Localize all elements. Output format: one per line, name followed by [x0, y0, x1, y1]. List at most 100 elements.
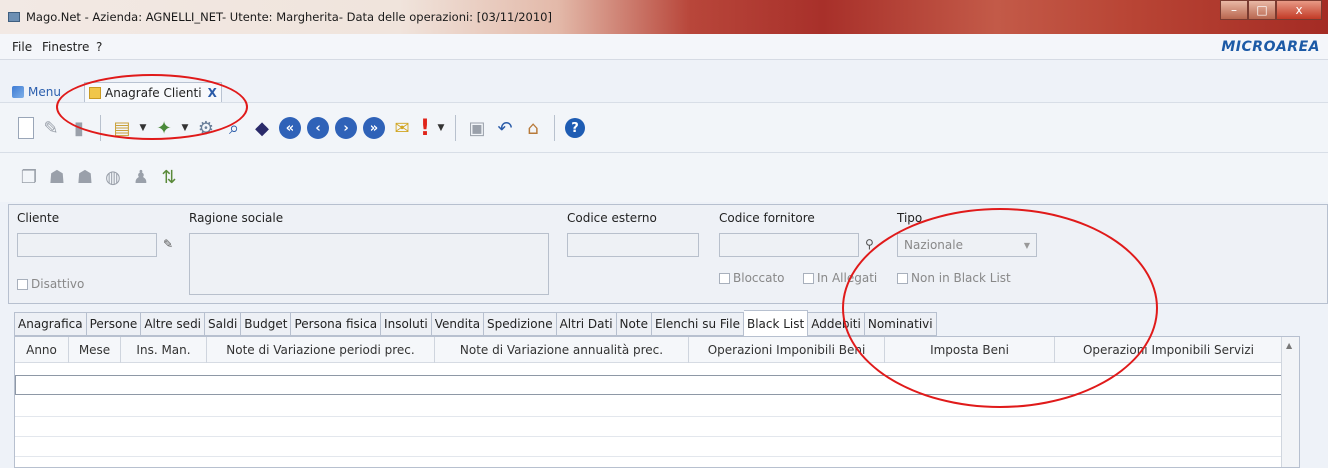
non-black-list-checkbox[interactable]: Non in Black List [897, 271, 1011, 285]
grid-header: Anno Mese Ins. Man. Note di Variazione p… [15, 337, 1283, 363]
scroll-up-icon[interactable]: ▲ [1286, 341, 1292, 350]
tab-menu[interactable]: Menu [8, 82, 65, 102]
help-icon[interactable]: ? [565, 118, 585, 138]
dropdown-arrow-icon[interactable]: ▼ [181, 116, 189, 140]
in-allegati-label: In Allegati [817, 271, 878, 285]
tab-insoluti[interactable]: Insoluti [381, 312, 432, 336]
exit-icon[interactable]: ⌂ [522, 116, 544, 140]
tab-anagrafe-clienti[interactable]: Anagrafe Clienti X [84, 82, 222, 102]
disattivo-checkbox[interactable]: Disattivo [17, 277, 84, 291]
main-toolbar: ✎ ▮ ▤ ▼ ✦ ▼ ⚙ ⌕ ◆ « ‹ › » ✉ ! ▼ ▣ ↶ ⌂ ? [0, 102, 1328, 152]
in-allegati-checkbox[interactable]: In Allegati [803, 271, 877, 285]
bloccato-label: Bloccato [733, 271, 785, 285]
attachment-icon[interactable]: ✉ [391, 116, 413, 140]
tab-elenchi-su-file[interactable]: Elenchi su File [651, 312, 744, 336]
dropdown-arrow-icon[interactable]: ▼ [437, 116, 445, 140]
minimize-button[interactable]: – [1220, 0, 1248, 20]
column-header[interactable]: Imposta Beni [885, 337, 1055, 363]
link-icon[interactable]: ⚲ [865, 237, 874, 251]
menu-help[interactable]: ? [96, 40, 102, 54]
previous-record-icon[interactable]: ‹ [307, 117, 329, 139]
cliente-field[interactable] [17, 233, 157, 257]
window-title: Mago.Net - Azienda: AGNELLI_NET- Utente:… [26, 10, 552, 24]
table-row[interactable] [15, 417, 1283, 437]
first-record-icon[interactable]: « [279, 117, 301, 139]
codice-esterno-label: Codice esterno [567, 211, 657, 225]
table-row[interactable] [15, 397, 1283, 417]
menu-finestre[interactable]: Finestre [42, 40, 89, 54]
edit-icon[interactable]: ✎ [40, 116, 62, 140]
menu-file[interactable]: File [12, 40, 32, 54]
checkbox-box[interactable] [719, 272, 730, 284]
customers-icon[interactable]: ☗ [46, 165, 68, 189]
checkbox-box[interactable] [897, 272, 908, 284]
title-bar: Mago.Net - Azienda: AGNELLI_NET- Utente:… [0, 0, 1328, 34]
tab-anagrafica[interactable]: Anagrafica [14, 312, 87, 336]
checkbox-box[interactable] [803, 272, 814, 284]
tab-note[interactable]: Note [616, 312, 652, 336]
column-header[interactable]: Note di Variazione annualità prec. [435, 337, 689, 363]
column-header[interactable]: Mese [69, 337, 121, 363]
tab-black-list[interactable]: Black List [743, 310, 809, 336]
tab-addebiti[interactable]: Addebiti [808, 312, 865, 336]
codice-fornitore-label: Codice fornitore [719, 211, 815, 225]
ragione-sociale-label: Ragione sociale [189, 211, 284, 225]
undo-icon[interactable]: ↶ [494, 116, 516, 140]
tab-persona-fisica[interactable]: Persona fisica [291, 312, 382, 336]
toolbar-separator [455, 115, 456, 141]
column-header[interactable]: Operazioni Imponibili Servizi [1055, 337, 1283, 363]
tab-altri-dati[interactable]: Altri Dati [556, 312, 617, 336]
column-header[interactable]: Note di Variazione periodi prec. [207, 337, 435, 363]
tree-icon[interactable]: ⇅ [158, 165, 180, 189]
column-header[interactable]: Operazioni Imponibili Beni [689, 337, 885, 363]
contacts-icon[interactable]: ☗ [74, 165, 96, 189]
edit-pencil-icon[interactable]: ✎ [163, 237, 173, 251]
tab-budget[interactable]: Budget [241, 312, 292, 336]
toolbar-separator [554, 115, 555, 141]
delete-icon[interactable]: ▣ [466, 116, 488, 140]
alert-icon[interactable]: ! [419, 116, 431, 141]
table-row[interactable] [15, 437, 1283, 457]
table-row[interactable] [15, 375, 1283, 395]
vertical-scrollbar[interactable]: ▲ [1281, 337, 1299, 467]
column-header[interactable]: Anno [15, 337, 69, 363]
tipo-label: Tipo [897, 211, 923, 225]
tab-spedizione[interactable]: Spedizione [484, 312, 557, 336]
query-icon[interactable]: ◆ [251, 116, 273, 140]
menu-icon [12, 86, 24, 98]
search-icon[interactable]: ⌕ [223, 116, 245, 140]
tipo-value: Nazionale [904, 238, 963, 252]
person-icon[interactable]: ♟ [130, 165, 152, 189]
document-tabs: Menu Anagrafe Clienti X [0, 60, 1328, 102]
tab-menu-label: Menu [28, 85, 61, 99]
ragione-sociale-field[interactable] [189, 233, 549, 295]
chevron-down-icon: ▼ [1023, 240, 1030, 250]
dropdown-arrow-icon[interactable]: ▼ [139, 116, 147, 140]
bloccato-checkbox[interactable]: Bloccato [719, 271, 785, 285]
disattivo-label: Disattivo [31, 277, 85, 291]
last-record-icon[interactable]: » [363, 117, 385, 139]
tab-nominativi[interactable]: Nominativi [864, 312, 937, 336]
menu-bar: File Finestre ? MICROAREA [0, 34, 1328, 60]
report-icon[interactable]: ▤ [111, 116, 133, 140]
next-record-icon[interactable]: › [335, 117, 357, 139]
column-header[interactable]: Ins. Man. [121, 337, 207, 363]
copy-icon[interactable]: ❐ [18, 165, 40, 189]
close-tab-icon[interactable]: X [208, 86, 217, 100]
tab-persone[interactable]: Persone [86, 312, 142, 336]
tools-icon[interactable]: ✦ [153, 116, 175, 140]
maximize-button[interactable]: □ [1248, 0, 1276, 20]
close-button[interactable]: x [1276, 0, 1322, 20]
codice-esterno-field[interactable] [567, 233, 699, 257]
tipo-select[interactable]: Nazionale ▼ [897, 233, 1037, 257]
globe-icon[interactable]: ◍ [102, 165, 124, 189]
tab-altre-sedi[interactable]: Altre sedi [141, 312, 206, 336]
save-icon[interactable]: ▮ [68, 116, 90, 140]
codice-fornitore-field[interactable] [719, 233, 859, 257]
customer-header-panel: Cliente ✎ Ragione sociale Codice esterno… [8, 204, 1328, 304]
tab-saldi[interactable]: Saldi [205, 312, 242, 336]
tab-vendita[interactable]: Vendita [431, 312, 485, 336]
settings-icon[interactable]: ⚙ [195, 116, 217, 140]
new-document-icon[interactable] [18, 117, 34, 139]
checkbox-box[interactable] [17, 278, 28, 290]
